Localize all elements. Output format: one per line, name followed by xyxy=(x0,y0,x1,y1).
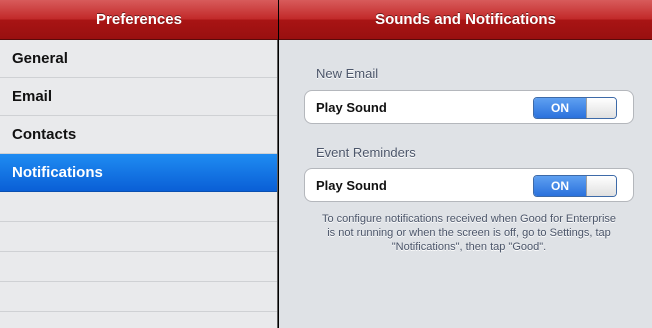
toggle-on-label: ON xyxy=(534,176,586,196)
toggle-knob xyxy=(586,98,616,118)
sidebar-item-general[interactable]: General xyxy=(0,40,277,78)
empty-row xyxy=(0,192,277,222)
preferences-pane: Preferences General Email Contacts Notif… xyxy=(0,0,278,328)
sidebar-item-contacts[interactable]: Contacts xyxy=(0,116,277,154)
event-reminders-play-sound-row: Play Sound ON xyxy=(304,168,634,202)
detail-navbar: Sounds and Notifications xyxy=(279,0,652,40)
section-header-new-email: New Email xyxy=(316,66,379,81)
empty-row xyxy=(0,282,277,312)
preferences-title: Preferences xyxy=(96,11,182,28)
detail-title: Sounds and Notifications xyxy=(375,11,556,28)
preferences-list: General Email Contacts Notifications xyxy=(0,40,277,312)
preferences-navbar: Preferences xyxy=(0,0,278,40)
sidebar-item-label: Email xyxy=(12,88,53,105)
empty-row xyxy=(0,222,277,252)
new-email-sound-toggle[interactable]: ON xyxy=(533,97,617,119)
sidebar-item-label: Contacts xyxy=(12,126,77,143)
sidebar-item-email[interactable]: Email xyxy=(0,78,277,116)
toggle-on-label: ON xyxy=(534,98,586,118)
toggle-knob xyxy=(586,176,616,196)
sidebar-item-label: Notifications xyxy=(12,164,103,181)
sidebar-item-notifications[interactable]: Notifications xyxy=(0,154,277,192)
event-reminders-sound-toggle[interactable]: ON xyxy=(533,175,617,197)
play-sound-label: Play Sound xyxy=(316,99,387,115)
empty-row xyxy=(0,252,277,282)
new-email-play-sound-row: Play Sound ON xyxy=(304,90,634,124)
sounds-notifications-pane: Sounds and Notifications New Email Play … xyxy=(279,0,652,328)
section-header-event-reminders: Event Reminders xyxy=(316,145,416,160)
notifications-help-text: To configure notifications received when… xyxy=(321,213,617,253)
app-window: Preferences General Email Contacts Notif… xyxy=(0,0,652,328)
sidebar-item-label: General xyxy=(12,50,68,67)
play-sound-label: Play Sound xyxy=(316,177,387,193)
